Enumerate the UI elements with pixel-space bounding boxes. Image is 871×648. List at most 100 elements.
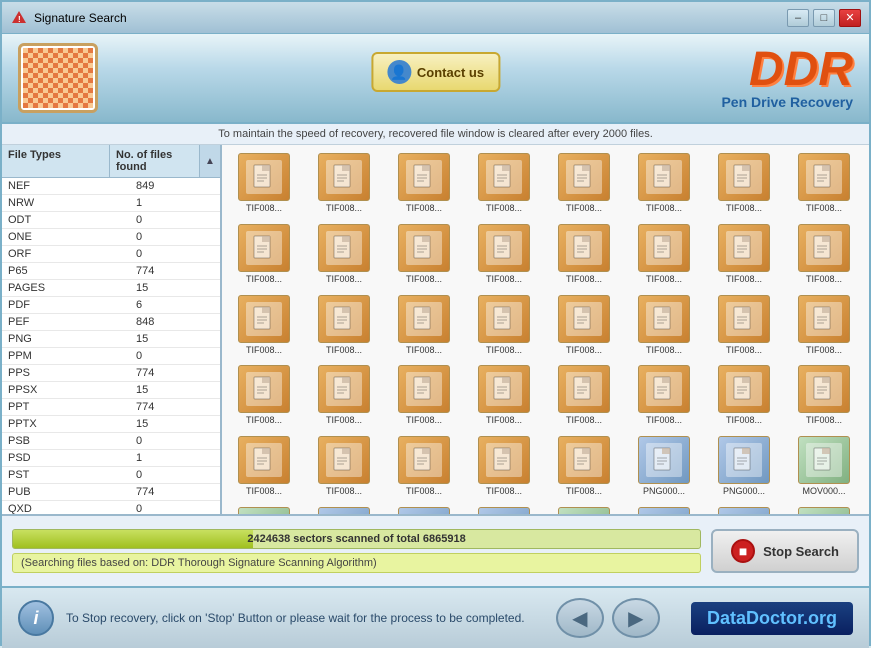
file-count-cell: 0 bbox=[130, 433, 220, 449]
stop-search-button[interactable]: ■ Stop Search bbox=[711, 529, 859, 573]
table-row[interactable]: PPSX 15 bbox=[2, 382, 220, 399]
file-item[interactable]: TIF008... bbox=[226, 291, 302, 358]
table-row[interactable]: ODT 0 bbox=[2, 212, 220, 229]
table-row[interactable]: P65 774 bbox=[2, 263, 220, 280]
file-item[interactable]: PNG000... bbox=[306, 503, 382, 514]
file-item[interactable]: PNG000... bbox=[626, 503, 702, 514]
maximize-button[interactable]: □ bbox=[813, 9, 835, 27]
file-item[interactable]: TIF008... bbox=[546, 432, 622, 499]
minimize-button[interactable]: – bbox=[787, 9, 809, 27]
stop-label: Stop Search bbox=[763, 544, 839, 559]
file-count-cell: 15 bbox=[130, 416, 220, 432]
file-item[interactable]: TIF008... bbox=[786, 361, 862, 428]
thumb-inner bbox=[406, 302, 442, 336]
file-item[interactable]: TIF008... bbox=[386, 361, 462, 428]
back-button[interactable]: ◀ bbox=[556, 598, 604, 638]
file-item[interactable]: TIF008... bbox=[226, 149, 302, 216]
table-row[interactable]: PPS 774 bbox=[2, 365, 220, 382]
file-label: TIF008... bbox=[246, 486, 282, 497]
contact-icon: 👤 bbox=[387, 60, 411, 84]
file-label: TIF008... bbox=[486, 203, 522, 214]
table-row[interactable]: PPM 0 bbox=[2, 348, 220, 365]
file-item[interactable]: TIF008... bbox=[306, 361, 382, 428]
file-item[interactable]: TIF008... bbox=[546, 361, 622, 428]
file-type-cell: ORF bbox=[2, 246, 130, 262]
file-item[interactable]: MOV000... bbox=[786, 503, 862, 514]
file-item[interactable]: TIF008... bbox=[706, 291, 782, 358]
table-row[interactable]: PSB 0 bbox=[2, 433, 220, 450]
file-item[interactable]: TIF008... bbox=[386, 220, 462, 287]
file-item[interactable]: TIF008... bbox=[306, 220, 382, 287]
file-thumbnail bbox=[638, 153, 690, 201]
table-row[interactable]: NRW 1 bbox=[2, 195, 220, 212]
file-item[interactable]: TIF008... bbox=[786, 291, 862, 358]
file-item[interactable]: MOV000... bbox=[226, 503, 302, 514]
table-row[interactable]: PPT 774 bbox=[2, 399, 220, 416]
thumb-inner bbox=[486, 443, 522, 477]
progress-area: 2424638 sectors scanned of total 6865918… bbox=[2, 514, 869, 586]
file-item[interactable]: PNG000... bbox=[706, 432, 782, 499]
table-row[interactable]: PNG 15 bbox=[2, 331, 220, 348]
file-thumbnail bbox=[238, 436, 290, 484]
table-row[interactable]: QXD 0 bbox=[2, 501, 220, 514]
table-row[interactable]: PAGES 15 bbox=[2, 280, 220, 297]
contact-button[interactable]: 👤 Contact us bbox=[371, 52, 500, 92]
file-label: PNG000... bbox=[723, 486, 765, 497]
file-item[interactable]: PNG000... bbox=[466, 503, 542, 514]
file-item[interactable]: TIF008... bbox=[626, 291, 702, 358]
file-item[interactable]: PNG000... bbox=[626, 432, 702, 499]
file-type-cell: NEF bbox=[2, 178, 130, 194]
file-item[interactable]: TIF008... bbox=[706, 149, 782, 216]
file-item[interactable]: TIF008... bbox=[546, 220, 622, 287]
file-item[interactable]: TIF008... bbox=[306, 291, 382, 358]
file-type-table[interactable]: NEF 849 NRW 1 ODT 0 ONE 0 ORF 0 P65 774 … bbox=[2, 178, 220, 514]
forward-button[interactable]: ▶ bbox=[612, 598, 660, 638]
table-row[interactable]: ONE 0 bbox=[2, 229, 220, 246]
table-row[interactable]: ORF 0 bbox=[2, 246, 220, 263]
file-item[interactable]: TIF008... bbox=[386, 432, 462, 499]
table-row[interactable]: PEF 848 bbox=[2, 314, 220, 331]
file-item[interactable]: TIF008... bbox=[466, 361, 542, 428]
file-label: MOV000... bbox=[802, 486, 845, 497]
file-item[interactable]: MOV000... bbox=[786, 432, 862, 499]
close-button[interactable]: ✕ bbox=[839, 9, 861, 27]
file-item[interactable]: TIF008... bbox=[786, 220, 862, 287]
file-item[interactable]: TIF008... bbox=[226, 432, 302, 499]
right-panel[interactable]: TIF008... TIF008... bbox=[222, 145, 869, 514]
file-item[interactable]: TIF008... bbox=[466, 432, 542, 499]
file-item[interactable]: TIF008... bbox=[386, 291, 462, 358]
file-item[interactable]: TIF008... bbox=[706, 220, 782, 287]
sort-icon[interactable]: ▲ bbox=[200, 145, 220, 177]
file-item[interactable]: TIF008... bbox=[546, 149, 622, 216]
thumb-inner bbox=[806, 443, 842, 477]
file-item[interactable]: TIF008... bbox=[626, 361, 702, 428]
table-row[interactable]: PUB 774 bbox=[2, 484, 220, 501]
thumb-inner bbox=[406, 160, 442, 194]
table-row[interactable]: PSD 1 bbox=[2, 450, 220, 467]
table-row[interactable]: PPTX 15 bbox=[2, 416, 220, 433]
file-label: TIF008... bbox=[646, 415, 682, 426]
file-item[interactable]: TIF008... bbox=[786, 149, 862, 216]
file-item[interactable]: TIF008... bbox=[706, 361, 782, 428]
file-item[interactable]: TIF008... bbox=[226, 220, 302, 287]
file-item[interactable]: TIF008... bbox=[626, 149, 702, 216]
file-item[interactable]: TIF008... bbox=[226, 361, 302, 428]
file-label: TIF008... bbox=[326, 274, 362, 285]
file-type-cell: PEF bbox=[2, 314, 130, 330]
file-type-cell: PSB bbox=[2, 433, 130, 449]
file-item[interactable]: TIF008... bbox=[546, 291, 622, 358]
file-item[interactable]: TIF008... bbox=[626, 220, 702, 287]
file-item[interactable]: TIF008... bbox=[386, 149, 462, 216]
table-row[interactable]: PST 0 bbox=[2, 467, 220, 484]
table-row[interactable]: PDF 6 bbox=[2, 297, 220, 314]
file-item[interactable]: TIF008... bbox=[466, 220, 542, 287]
file-item[interactable]: TIF008... bbox=[466, 291, 542, 358]
file-label: TIF008... bbox=[566, 415, 602, 426]
file-item[interactable]: TIF008... bbox=[306, 432, 382, 499]
file-item[interactable]: PNG000... bbox=[386, 503, 462, 514]
table-row[interactable]: NEF 849 bbox=[2, 178, 220, 195]
file-item[interactable]: TIF008... bbox=[306, 149, 382, 216]
file-item[interactable]: PNG000... bbox=[706, 503, 782, 514]
file-item[interactable]: MOV000... bbox=[546, 503, 622, 514]
file-item[interactable]: TIF008... bbox=[466, 149, 542, 216]
